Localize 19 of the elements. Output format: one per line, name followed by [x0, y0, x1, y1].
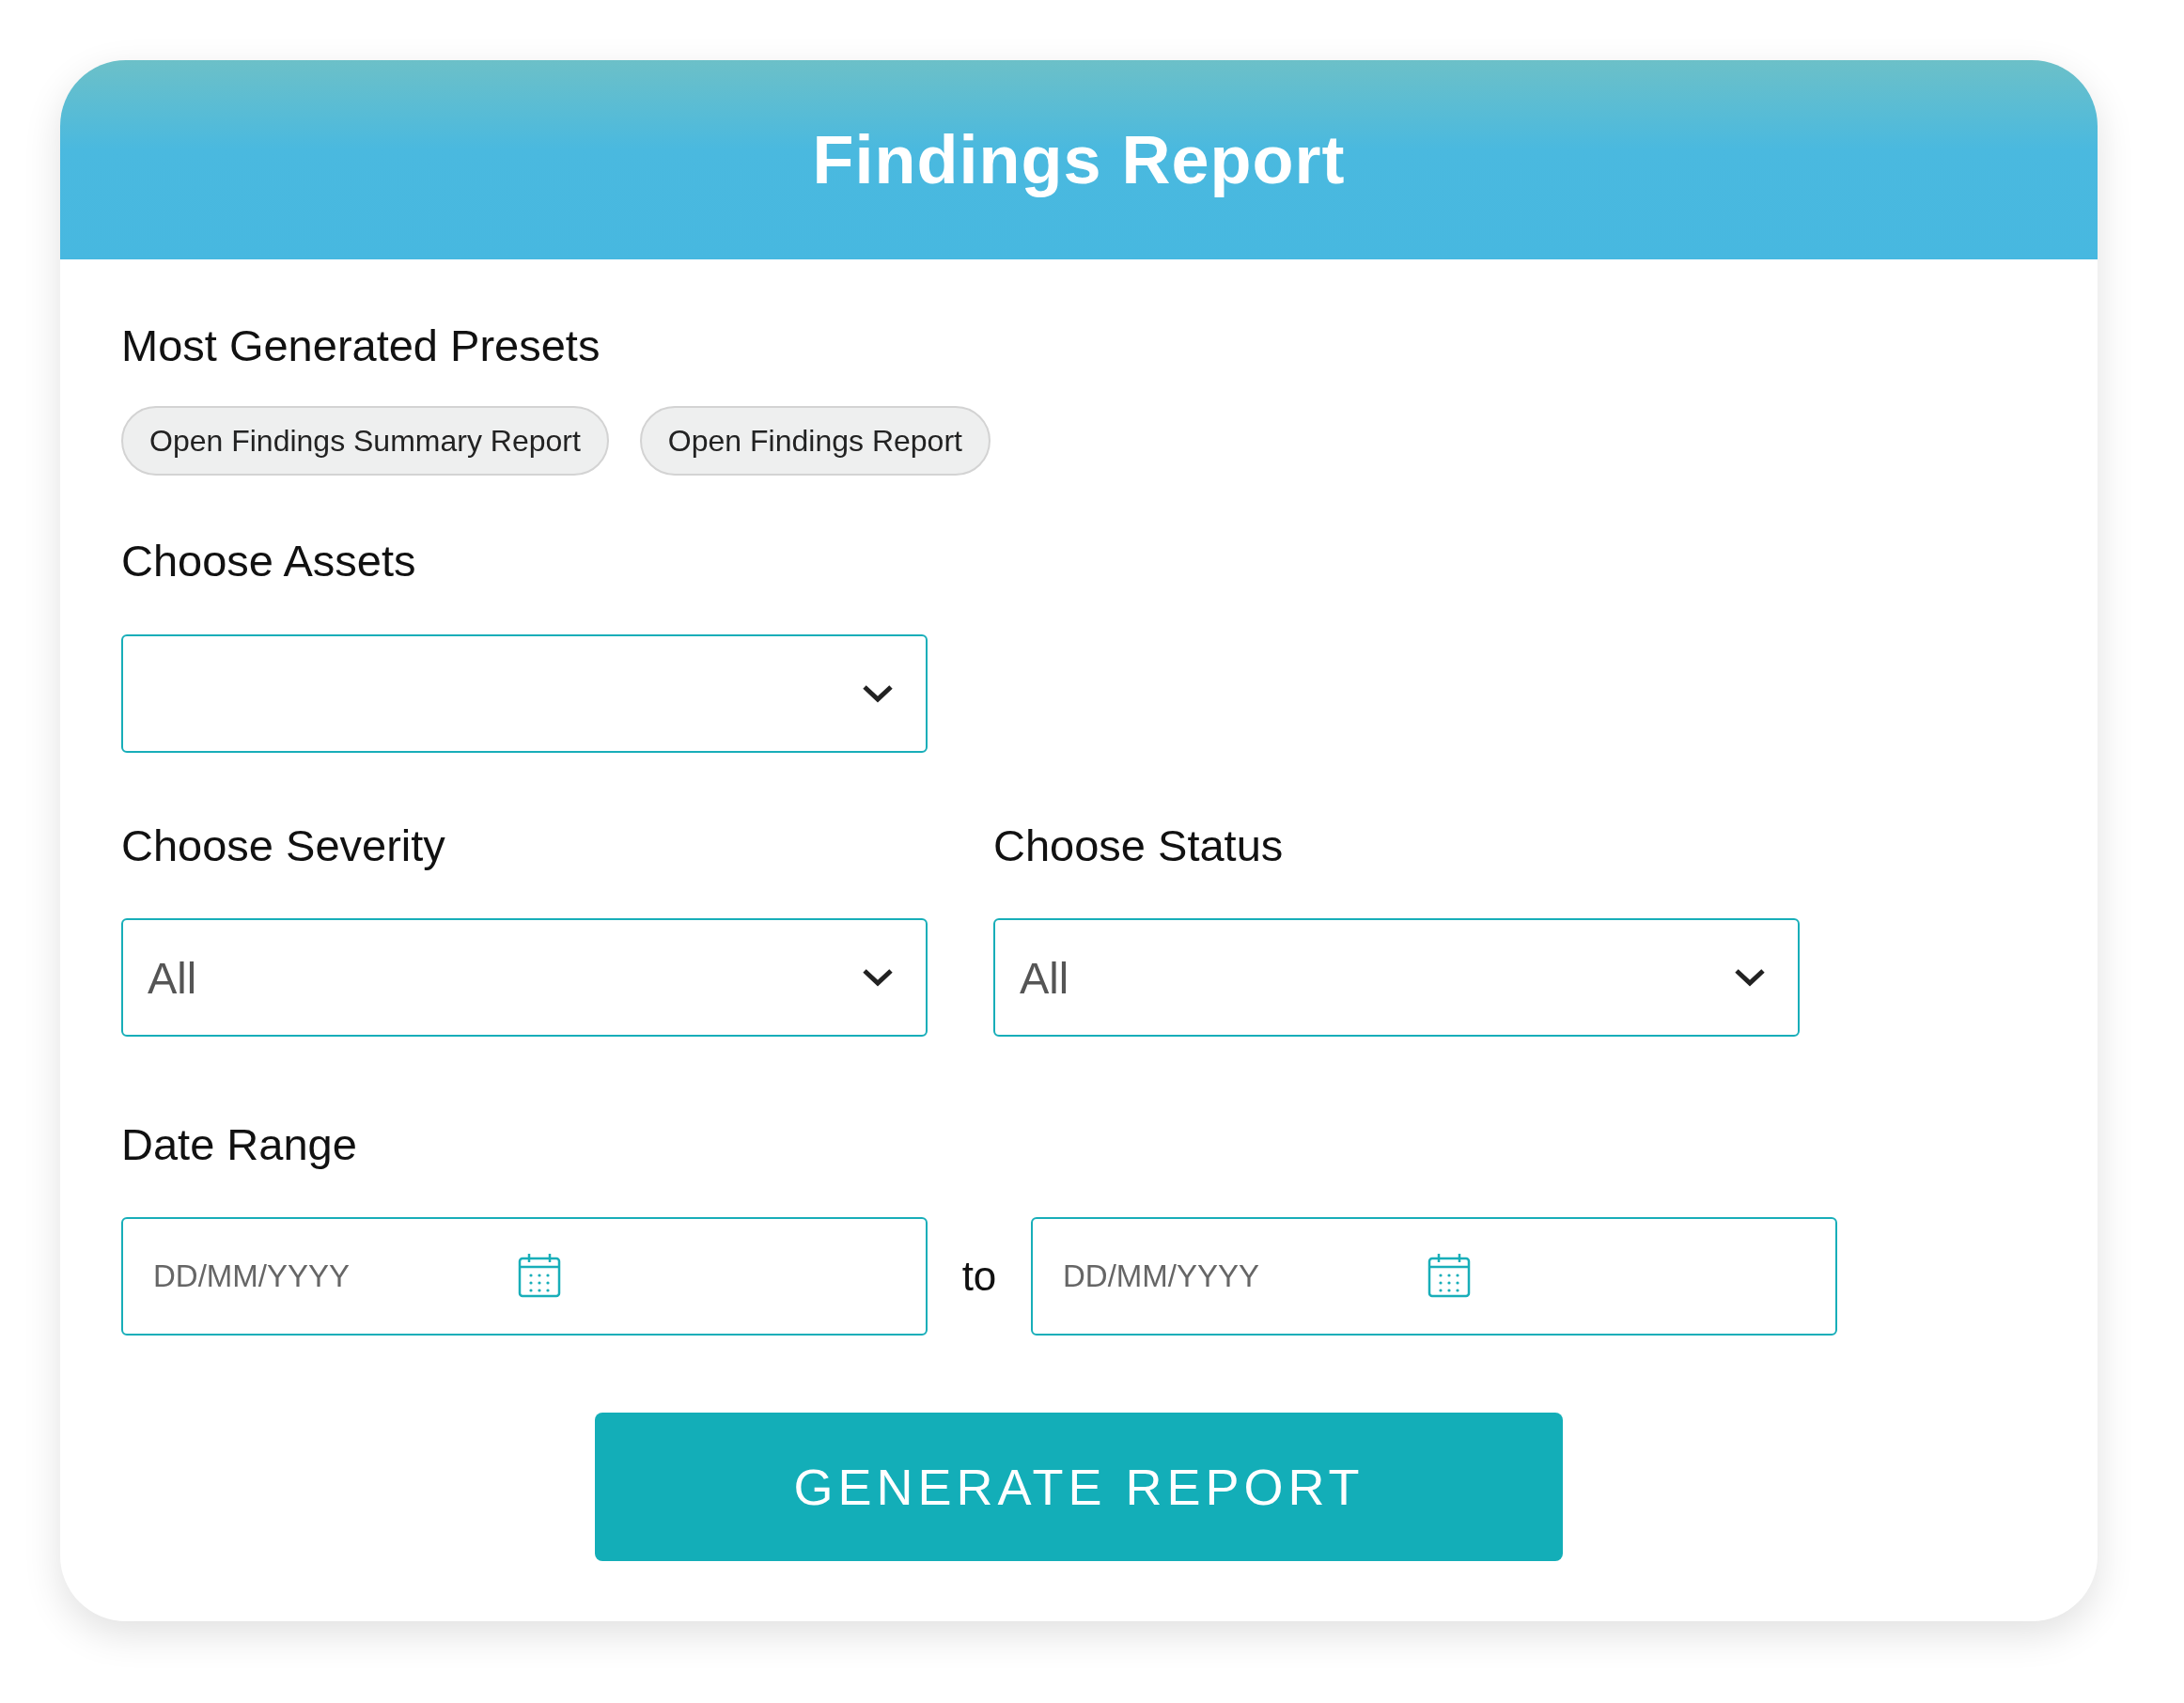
section-label: Choose Severity [121, 820, 446, 872]
dropdown-field[interactable] [121, 634, 928, 753]
section-label: Choose Status [993, 820, 1285, 872]
range-separator: to [960, 1253, 998, 1300]
report-title: Findings Report [812, 121, 1346, 198]
section-label: Most Generated Presets [121, 320, 601, 372]
chevron-down-icon [862, 684, 894, 703]
dropdown-field[interactable]: All [993, 918, 1800, 1037]
preset-chip[interactable]: Open Findings Summary Report [121, 406, 609, 476]
section-label: Date Range [121, 1118, 358, 1171]
dropdown-field[interactable]: All [121, 918, 928, 1037]
calendar-icon [518, 1253, 561, 1298]
chevron-down-icon [862, 968, 894, 987]
calendar-icon [1427, 1253, 1471, 1298]
section-label: Choose Assets [121, 535, 417, 587]
date-field[interactable]: DD/MM/YYYY [121, 1217, 928, 1336]
chevron-down-icon [1734, 968, 1766, 987]
date-field[interactable]: DD/MM/YYYY [1031, 1217, 1837, 1336]
preset-chip[interactable]: Open Findings Report [639, 406, 991, 476]
